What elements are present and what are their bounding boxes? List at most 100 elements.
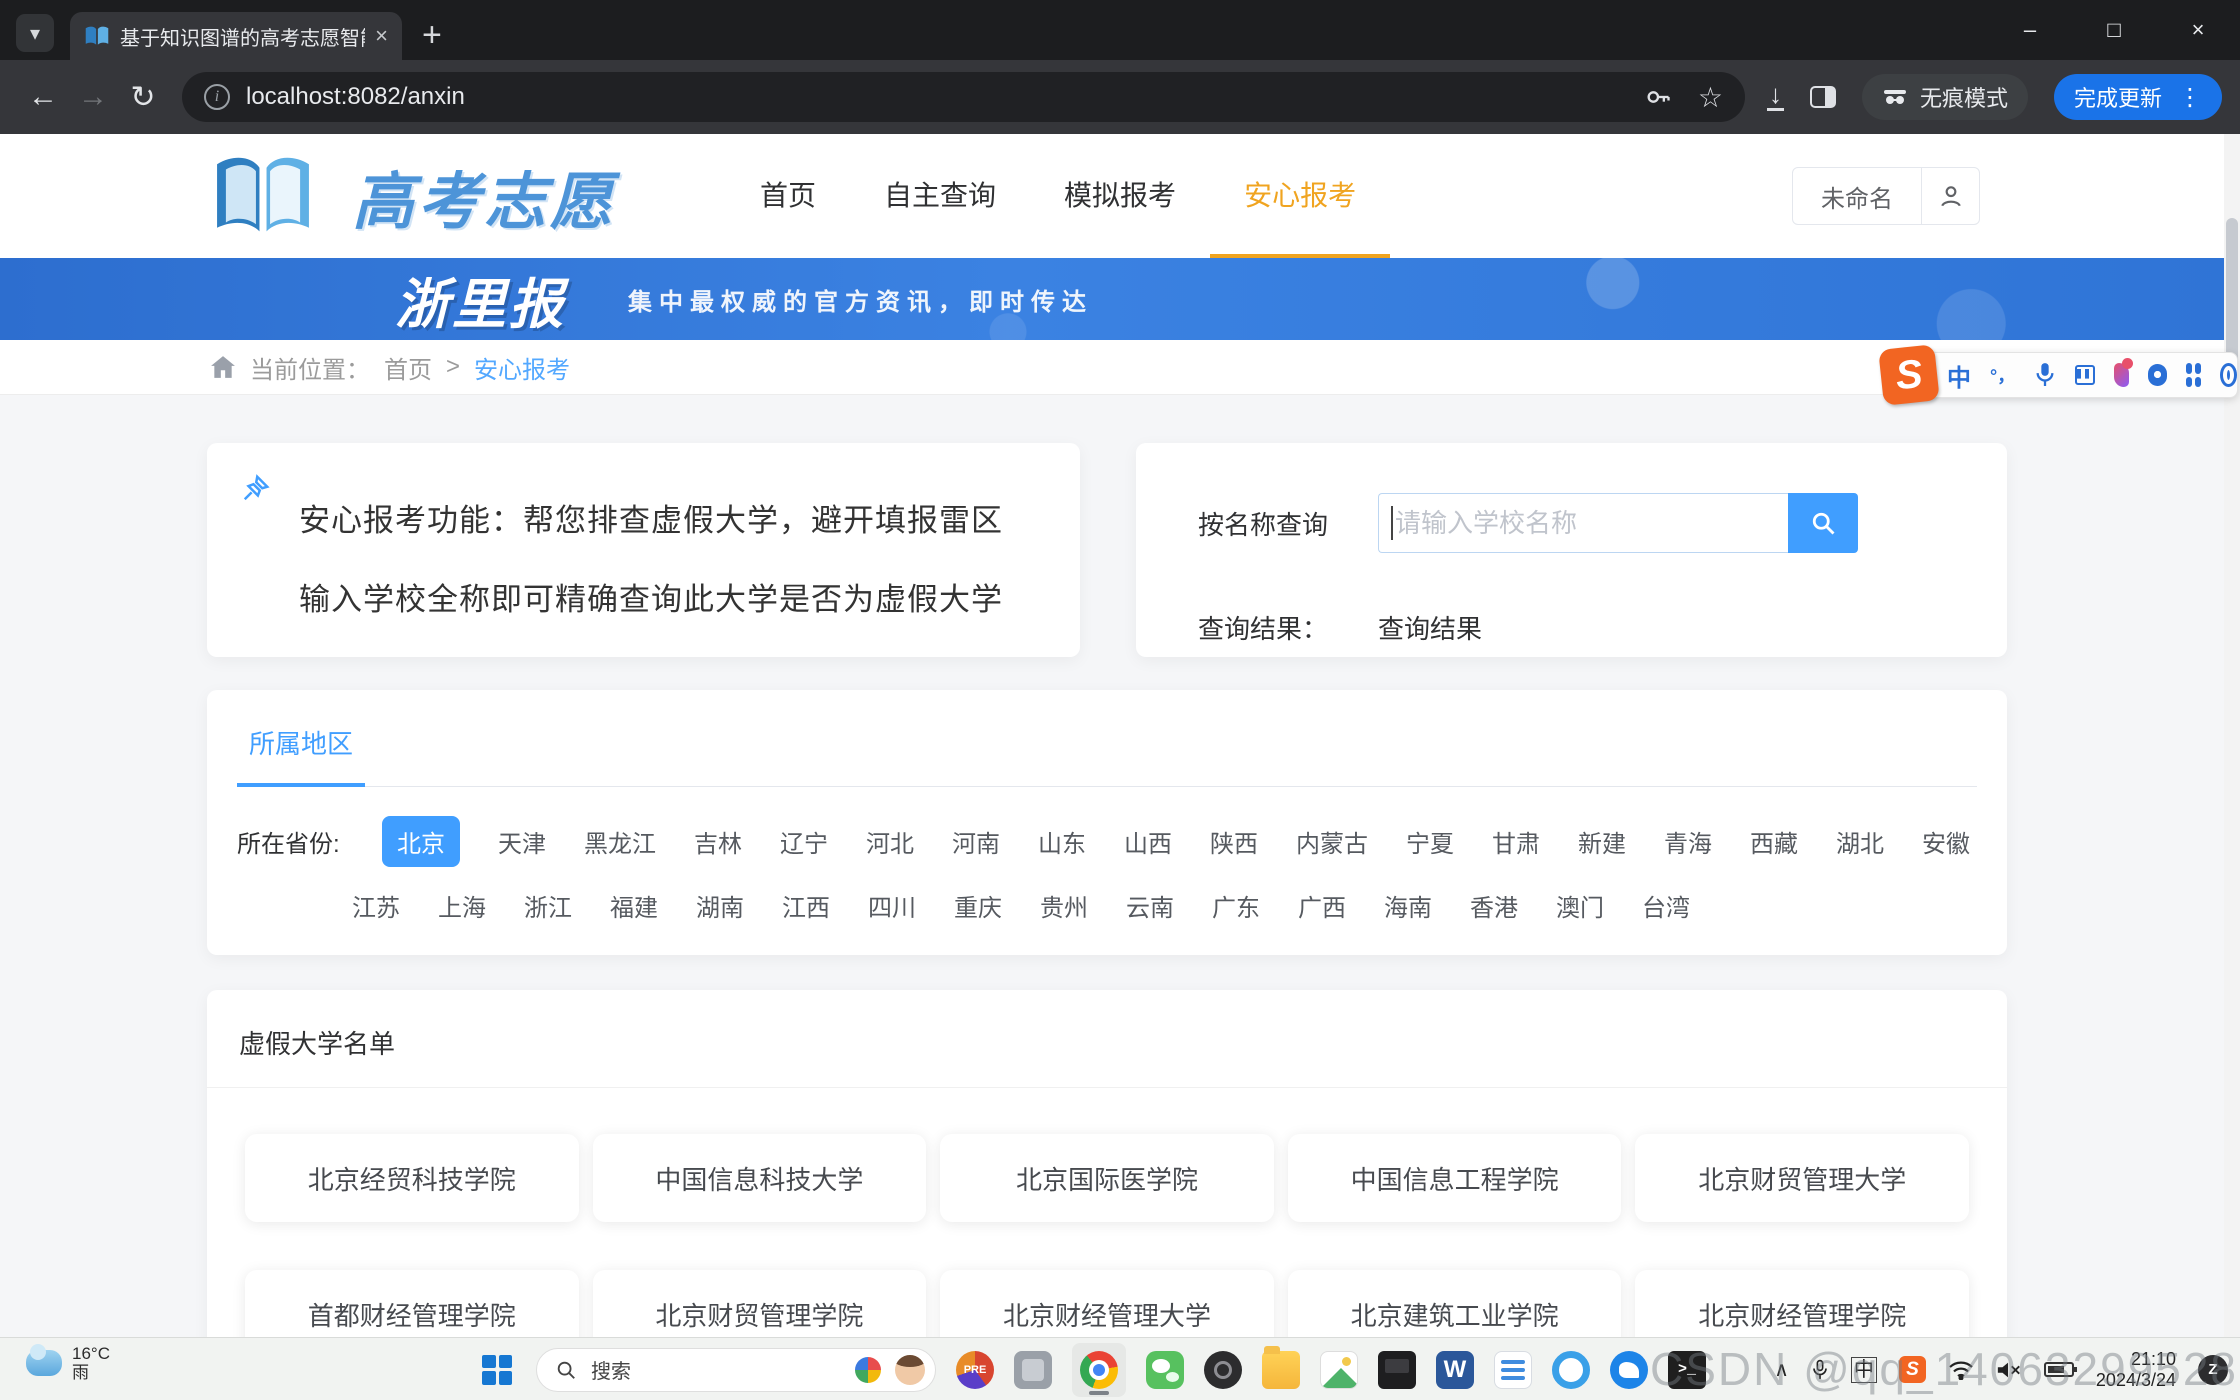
province-hainan[interactable]: 海南 bbox=[1384, 888, 1432, 923]
ime-gamepad-icon[interactable] bbox=[2148, 364, 2168, 386]
university-card[interactable]: 北京国际医学院 bbox=[940, 1134, 1274, 1222]
province-chongqing[interactable]: 重庆 bbox=[954, 888, 1002, 923]
taskbar-clock[interactable]: 21:10 2024/3/24 bbox=[2096, 1349, 2176, 1391]
notes-app-icon[interactable] bbox=[1494, 1351, 1532, 1389]
university-card[interactable]: 北京财经管理学院 bbox=[1635, 1270, 1969, 1337]
reload-button[interactable]: ↻ bbox=[118, 72, 168, 122]
display-app-icon[interactable] bbox=[1378, 1351, 1416, 1389]
search-button[interactable] bbox=[1788, 493, 1858, 553]
province-jilin[interactable]: 吉林 bbox=[694, 824, 742, 859]
dingtalk-icon[interactable] bbox=[1610, 1351, 1648, 1389]
province-hebei[interactable]: 河北 bbox=[866, 824, 914, 859]
battery-icon[interactable] bbox=[2044, 1362, 2074, 1377]
province-zhejiang[interactable]: 浙江 bbox=[524, 888, 572, 923]
photos-app-icon[interactable] bbox=[1320, 1351, 1358, 1389]
province-anhui[interactable]: 安徽 bbox=[1922, 824, 1970, 859]
address-bar[interactable]: i localhost:8082/anxin ☆ bbox=[182, 72, 1745, 122]
province-xinjiang[interactable]: 新建 bbox=[1578, 824, 1626, 859]
province-henan[interactable]: 河南 bbox=[952, 824, 1000, 859]
notification-quiet-hours-icon[interactable]: Z bbox=[2198, 1355, 2228, 1385]
taskbar-weather-widget[interactable]: 16°C 雨 bbox=[26, 1344, 110, 1382]
tray-microphone-icon[interactable] bbox=[1811, 1358, 1829, 1382]
site-info-icon[interactable]: i bbox=[204, 84, 230, 110]
province-fujian[interactable]: 福建 bbox=[610, 888, 658, 923]
search-lens-icon[interactable] bbox=[855, 1357, 881, 1383]
university-card[interactable]: 北京经贸科技学院 bbox=[245, 1134, 579, 1222]
nav-item-mock-apply[interactable]: 模拟报考 bbox=[1030, 134, 1210, 258]
university-card[interactable]: 北京建筑工业学院 bbox=[1288, 1270, 1622, 1337]
university-card[interactable]: 首都财经管理学院 bbox=[245, 1270, 579, 1337]
start-button[interactable] bbox=[478, 1351, 516, 1389]
window-maximize-button[interactable]: □ bbox=[2072, 0, 2156, 60]
province-aomen[interactable]: 澳门 bbox=[1556, 888, 1604, 923]
side-panel-icon[interactable] bbox=[1810, 86, 1836, 108]
tab-close-icon[interactable]: × bbox=[375, 23, 388, 49]
browser-menu-icon[interactable]: ⋮ bbox=[2178, 83, 2202, 112]
province-guangxi[interactable]: 广西 bbox=[1298, 888, 1346, 923]
province-hubei[interactable]: 湖北 bbox=[1836, 824, 1884, 859]
ime-skin-icon[interactable] bbox=[2114, 363, 2129, 387]
province-shanxi[interactable]: 山西 bbox=[1124, 824, 1172, 859]
province-guangdong[interactable]: 广东 bbox=[1212, 888, 1260, 923]
province-guizhou[interactable]: 贵州 bbox=[1040, 888, 1088, 923]
incognito-badge[interactable]: 无痕模式 bbox=[1862, 74, 2028, 120]
dark-round-app-icon[interactable] bbox=[1204, 1351, 1242, 1389]
province-neimenggu[interactable]: 内蒙古 bbox=[1296, 824, 1368, 859]
province-xizang[interactable]: 西藏 bbox=[1750, 824, 1798, 859]
ime-chinese-mode-icon[interactable]: 中 bbox=[1947, 358, 1971, 393]
window-minimize-button[interactable]: – bbox=[1988, 0, 2072, 60]
ring-app-icon[interactable] bbox=[1552, 1351, 1590, 1389]
province-hunan[interactable]: 湖南 bbox=[696, 888, 744, 923]
browser-tab[interactable]: 基于知识图谱的高考志愿智能推 × bbox=[70, 12, 402, 60]
ime-microphone-icon[interactable] bbox=[2034, 362, 2056, 388]
province-beijing[interactable]: 北京 bbox=[382, 816, 460, 867]
university-card[interactable]: 中国信息科技大学 bbox=[593, 1134, 927, 1222]
university-card[interactable]: 北京财贸管理学院 bbox=[593, 1270, 927, 1337]
sogou-logo-icon[interactable]: S bbox=[1878, 344, 1940, 406]
nav-item-home[interactable]: 首页 bbox=[726, 134, 850, 258]
gray-app-icon[interactable] bbox=[1014, 1351, 1052, 1389]
forward-button[interactable]: → bbox=[68, 72, 118, 122]
word-app-icon[interactable]: W bbox=[1436, 1351, 1474, 1389]
password-key-icon[interactable] bbox=[1644, 83, 1672, 111]
province-shanghai[interactable]: 上海 bbox=[438, 888, 486, 923]
breadcrumb-home-link[interactable]: 首页 bbox=[384, 350, 432, 385]
ime-apps-grid-icon[interactable] bbox=[2186, 363, 2201, 387]
taskbar-search-box[interactable]: 搜索 bbox=[536, 1348, 936, 1392]
chrome-taskbar-icon[interactable] bbox=[1072, 1343, 1126, 1397]
province-shandong[interactable]: 山东 bbox=[1038, 824, 1086, 859]
province-jiangsu[interactable]: 江苏 bbox=[352, 888, 400, 923]
tray-hidden-icons-chevron[interactable]: ∧ bbox=[1774, 1357, 1789, 1382]
nav-item-self-query[interactable]: 自主查询 bbox=[850, 134, 1030, 258]
province-shaanxi[interactable]: 陕西 bbox=[1210, 824, 1258, 859]
window-close-button[interactable]: × bbox=[2156, 0, 2240, 60]
volume-muted-icon[interactable] bbox=[1996, 1360, 2022, 1380]
province-ningxia[interactable]: 宁夏 bbox=[1406, 824, 1454, 859]
province-sichuan[interactable]: 四川 bbox=[868, 888, 916, 923]
user-box[interactable]: 未命名 bbox=[1792, 167, 1980, 225]
province-taiwan[interactable]: 台湾 bbox=[1642, 888, 1690, 923]
wifi-icon[interactable] bbox=[1948, 1360, 1974, 1380]
tab-region[interactable]: 所属地区 bbox=[237, 724, 365, 787]
university-card[interactable]: 北京财贸管理大学 bbox=[1635, 1134, 1969, 1222]
province-jiangxi[interactable]: 江西 bbox=[782, 888, 830, 923]
ime-punctuation-icon[interactable]: °， bbox=[1990, 362, 2015, 388]
province-xianggang[interactable]: 香港 bbox=[1470, 888, 1518, 923]
province-qinghai[interactable]: 青海 bbox=[1664, 824, 1712, 859]
new-tab-button[interactable]: + bbox=[422, 18, 442, 52]
user-avatar-icon[interactable] bbox=[1921, 168, 1979, 224]
province-liaoning[interactable]: 辽宁 bbox=[780, 824, 828, 859]
university-card[interactable]: 中国信息工程学院 bbox=[1288, 1134, 1622, 1222]
tray-ime-indicator[interactable]: 中 bbox=[1851, 1357, 1877, 1383]
chrome-update-button[interactable]: 完成更新 ⋮ bbox=[2054, 74, 2222, 120]
tab-search-chevron-icon[interactable]: ▾ bbox=[16, 14, 54, 52]
downloads-icon[interactable]: ↓ bbox=[1767, 83, 1784, 110]
back-button[interactable]: ← bbox=[18, 72, 68, 122]
ime-settings-icon[interactable] bbox=[2220, 363, 2237, 387]
province-heilongjiang[interactable]: 黑龙江 bbox=[584, 824, 656, 859]
nav-item-anxin-apply[interactable]: 安心报考 bbox=[1210, 134, 1390, 258]
province-tianjin[interactable]: 天津 bbox=[498, 824, 546, 859]
bookmark-star-icon[interactable]: ☆ bbox=[1698, 81, 1723, 114]
terminal-icon[interactable]: >_ bbox=[1668, 1351, 1706, 1389]
tray-sogou-icon[interactable]: S bbox=[1899, 1356, 1926, 1383]
